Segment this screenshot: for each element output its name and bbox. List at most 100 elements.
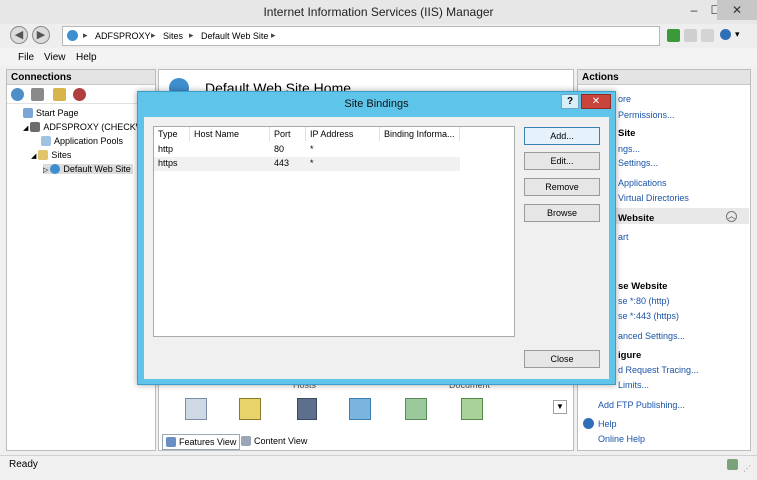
address-row: ◀ ▶ ▸ ADFSPROXY ▸ Sites ▸ Default Web Si… <box>0 24 757 48</box>
server-icon <box>30 122 41 132</box>
crumb-separator: ▸ <box>271 30 276 40</box>
menu-file[interactable]: File <box>18 52 34 63</box>
column-header-ip-address[interactable]: IP Address <box>306 127 380 141</box>
connections-title: Connections <box>7 70 155 85</box>
tab-features-view[interactable]: Features View <box>162 434 241 450</box>
column-header-port[interactable]: Port <box>270 127 306 141</box>
menu-view[interactable]: View <box>44 52 66 63</box>
error-pages-icon[interactable] <box>239 398 261 420</box>
column-header-binding-info[interactable]: Binding Informa... <box>380 127 460 141</box>
cell-ip: * <box>310 144 314 154</box>
help-icon <box>583 418 594 429</box>
action-limits[interactable]: Limits... <box>618 380 649 390</box>
network-status-icon <box>727 459 738 470</box>
forward-icon[interactable]: ▶ <box>32 26 50 44</box>
output-icon[interactable] <box>405 398 427 420</box>
cell-ip: * <box>310 158 314 168</box>
resize-grip-icon[interactable]: ⋰ <box>743 464 751 473</box>
tree-start-page[interactable]: Start Page <box>23 108 79 118</box>
sites-folder-icon <box>38 150 49 160</box>
action-view-applications[interactable]: Applications <box>618 178 667 188</box>
cell-host <box>190 157 194 170</box>
handler-icon[interactable] <box>297 398 317 420</box>
action-browse-http[interactable]: se *:80 (http) <box>618 296 670 306</box>
action-explore[interactable]: ore <box>618 94 631 104</box>
action-failed-request-tracing[interactable]: d Request Tracing... <box>618 365 699 375</box>
action-permissions[interactable]: Permissions... <box>618 110 675 120</box>
help-icon[interactable] <box>720 29 731 40</box>
action-online-help[interactable]: Online Help <box>598 434 645 444</box>
table-row[interactable]: http 80 * <box>154 143 460 157</box>
status-bar: Ready ⋰ <box>0 455 757 480</box>
chevron-down-icon[interactable]: ▾ <box>735 29 740 40</box>
tree-default-web-site[interactable]: ▷ Default Web Site <box>43 164 133 174</box>
action-advanced-settings[interactable]: anced Settings... <box>618 331 685 341</box>
action-restart[interactable]: art <box>618 232 629 242</box>
column-header-type[interactable]: Type <box>154 127 190 141</box>
save-icon[interactable] <box>31 88 44 101</box>
dialog-body: Type Host Name Port IP Address Binding I… <box>144 117 609 379</box>
connections-toolbar <box>7 85 155 104</box>
actions-title: Actions <box>578 70 750 85</box>
stop-icon[interactable] <box>684 29 697 42</box>
cell-host <box>190 143 194 156</box>
dialog-help-button[interactable]: ? <box>561 94 579 109</box>
cell-type: https <box>158 158 178 168</box>
refresh-icon[interactable] <box>73 88 86 101</box>
column-header-host-name[interactable]: Host Name <box>190 127 270 141</box>
modules-icon[interactable] <box>349 398 371 420</box>
tab-content-view[interactable]: Content View <box>238 434 310 448</box>
menu-bar: File View Help <box>0 48 757 66</box>
cell-type: http <box>158 144 174 154</box>
start-page-icon <box>23 108 33 118</box>
close-window-button[interactable]: ✕ <box>717 0 757 20</box>
browse-button[interactable]: Browse <box>524 204 600 222</box>
globe-icon <box>50 164 61 174</box>
title-bar: Internet Information Services (IIS) Mana… <box>0 0 757 25</box>
globe-icon <box>67 30 78 41</box>
close-button[interactable]: Close <box>524 350 600 368</box>
tree-app-pools[interactable]: Application Pools <box>41 136 123 146</box>
action-browse-https[interactable]: se *:443 (https) <box>618 311 679 321</box>
dialog-title: Site Bindings <box>344 98 409 110</box>
cell-binding-info <box>380 157 384 170</box>
scroll-down-icon[interactable]: ▼ <box>553 400 567 414</box>
action-basic-settings[interactable]: Settings... <box>618 158 658 168</box>
crumb-separator: ▸ <box>83 30 88 40</box>
crumb-server[interactable]: ADFSPROXY <box>95 31 151 41</box>
bindings-list[interactable]: Type Host Name Port IP Address Binding I… <box>153 126 515 337</box>
crumb-sites[interactable]: Sites <box>163 31 183 41</box>
cell-port: 443 <box>274 158 290 168</box>
status-text: Ready <box>9 459 38 470</box>
dialog-close-icon[interactable]: ✕ <box>581 94 611 109</box>
action-section: Site <box>618 128 636 139</box>
folder-icon[interactable] <box>53 88 66 101</box>
window-title: Internet Information Services (IIS) Mana… <box>263 5 494 19</box>
action-view-virtual-directories[interactable]: Virtual Directories <box>618 193 689 203</box>
connections-pane: Connections Start Page ◢ ADFSPROXY (CHECK… <box>6 69 157 451</box>
table-row[interactable]: https 443 * <box>154 157 460 171</box>
edit-button[interactable]: Edit... <box>524 152 600 170</box>
action-help[interactable]: Help <box>598 419 617 429</box>
address-bar[interactable]: ▸ ADFSPROXY ▸ Sites ▸ Default Web Site ▸ <box>62 26 660 46</box>
action-add-ftp-publishing[interactable]: Add FTP Publishing... <box>598 400 685 410</box>
feature-icon[interactable] <box>185 398 207 420</box>
app-pools-icon <box>41 136 51 146</box>
features-view-icon <box>166 437 176 447</box>
crumb-separator: ▸ <box>189 30 194 40</box>
menu-help[interactable]: Help <box>76 52 97 63</box>
go-icon[interactable] <box>667 29 680 42</box>
remove-button[interactable]: Remove <box>524 178 600 196</box>
crumb-site[interactable]: Default Web Site <box>201 31 268 41</box>
add-button[interactable]: Add... <box>524 127 600 145</box>
collapse-icon[interactable]: ︿ <box>726 211 737 222</box>
back-icon[interactable]: ◀ <box>10 26 28 44</box>
document-icon[interactable] <box>461 398 483 420</box>
site-bindings-dialog: Site Bindings ? ✕ Type Host Name Port IP… <box>137 91 616 385</box>
content-view-icon <box>241 436 251 446</box>
tree-sites[interactable]: ◢ Sites <box>31 150 71 160</box>
home-icon[interactable] <box>701 29 714 42</box>
connect-icon[interactable] <box>11 88 24 101</box>
action-bindings[interactable]: ngs... <box>618 144 640 154</box>
action-section: igure <box>618 350 642 361</box>
